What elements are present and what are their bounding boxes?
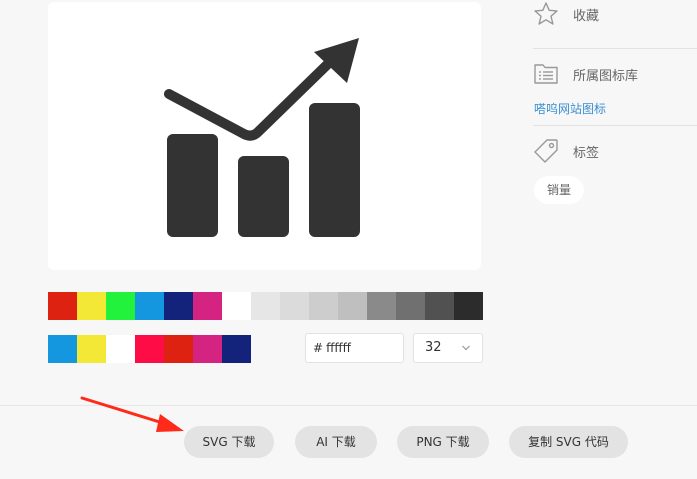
- color-hex-input[interactable]: # ffffff: [305, 333, 404, 363]
- chart-bar-middle: [238, 156, 289, 237]
- color-swatch[interactable]: [77, 292, 106, 320]
- color-swatch[interactable]: [454, 292, 483, 320]
- library-label: 所属图标库: [573, 68, 639, 84]
- divider: [533, 125, 697, 126]
- color-swatch[interactable]: [222, 335, 251, 363]
- color-swatch[interactable]: [396, 292, 425, 320]
- chart-bar-right: [309, 103, 360, 237]
- trend-line: [164, 55, 337, 141]
- divider: [533, 48, 697, 49]
- color-swatch[interactable]: [222, 292, 251, 320]
- copy-svg-code-button[interactable]: 复制 SVG 代码: [509, 426, 628, 458]
- color-swatch[interactable]: [193, 335, 222, 363]
- chart-bar-left: [167, 134, 218, 237]
- color-swatch[interactable]: [251, 292, 280, 320]
- ai-download-button[interactable]: AI 下载: [295, 426, 377, 458]
- color-swatch[interactable]: [338, 292, 367, 320]
- color-swatch[interactable]: [48, 335, 77, 363]
- icon-preview: [48, 2, 481, 270]
- size-select[interactable]: 32: [413, 333, 483, 363]
- color-swatch[interactable]: [280, 292, 309, 320]
- hash-prefix: #: [313, 341, 324, 355]
- library-link[interactable]: 嗒呜网站图标: [534, 100, 606, 117]
- library-row: 所属图标库: [533, 61, 638, 87]
- favorite-button[interactable]: 收藏: [533, 1, 599, 27]
- divider: [0, 405, 697, 406]
- color-swatch[interactable]: [77, 335, 106, 363]
- color-palette-recent: [48, 335, 251, 363]
- color-swatch[interactable]: [193, 292, 222, 320]
- color-swatch[interactable]: [106, 335, 135, 363]
- color-swatch[interactable]: [164, 292, 193, 320]
- color-swatch[interactable]: [106, 292, 135, 320]
- tag-chip[interactable]: 销量: [534, 176, 585, 204]
- color-hex-value: ffffff: [326, 341, 351, 355]
- color-swatch[interactable]: [367, 292, 396, 320]
- tag-icon: [533, 138, 559, 164]
- color-swatch[interactable]: [48, 292, 77, 320]
- sales-growth-chart-icon: [164, 38, 360, 237]
- tags-row: 标签: [533, 138, 599, 164]
- color-swatch[interactable]: [309, 292, 338, 320]
- color-swatch[interactable]: [135, 292, 164, 320]
- tags-label: 标签: [573, 145, 600, 161]
- library-icon: [533, 61, 559, 87]
- png-download-button[interactable]: PNG 下载: [397, 426, 489, 458]
- chevron-down-icon: [461, 334, 471, 374]
- icon-info-sidebar: 收藏 所属图标库 嗒呜网站图标 标签 销量: [533, 0, 697, 400]
- svg-download-button[interactable]: SVG 下载: [184, 426, 274, 458]
- star-icon: [533, 1, 559, 27]
- color-swatch[interactable]: [135, 335, 164, 363]
- size-value: 32: [425, 340, 442, 355]
- color-palette-primary: [48, 292, 483, 320]
- color-swatch[interactable]: [425, 292, 454, 320]
- favorite-label: 收藏: [573, 8, 600, 24]
- color-swatch[interactable]: [164, 335, 193, 363]
